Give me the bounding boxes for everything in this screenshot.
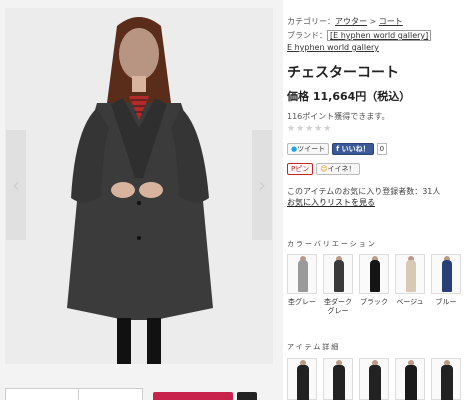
like-count: 0 (376, 143, 388, 155)
breadcrumb-separator: > (369, 17, 377, 26)
favorite-button[interactable] (237, 392, 257, 400)
rating-stars: ★★★★★ (287, 124, 333, 134)
chevron-right-icon: › (258, 173, 266, 197)
brand-row: ブランド： [E hyphen world gallery] (287, 30, 432, 41)
iine-button[interactable]: ☺イイネ！ (316, 163, 360, 175)
detail-thumb[interactable] (359, 358, 389, 400)
pin-button[interactable]: Pピン (287, 163, 314, 175)
breadcrumb-coat[interactable]: コート (379, 17, 403, 26)
color-swatch-dark-gray[interactable] (323, 254, 353, 294)
chevron-left-icon: ‹ (12, 173, 20, 197)
detail-thumbnails (287, 358, 471, 400)
favorite-count-text: このアイテムのお気に入り登録者数：31人 (287, 187, 441, 196)
facebook-like-button[interactable]: f いいね！ (332, 143, 374, 155)
color-swatch-beige[interactable] (395, 254, 425, 294)
points-text: 116ポイント獲得できます。 (287, 112, 390, 121)
brand-link[interactable]: [E hyphen world gallery] (327, 30, 432, 41)
social-row-2: Pピン ☺イイネ！ (287, 163, 363, 175)
detail-thumb[interactable] (287, 358, 317, 400)
product-info: カテゴリー：アウター > コート ブランド： [E hyphen world ga… (287, 0, 471, 400)
item-detail-title: アイテム詳細 (287, 343, 341, 351)
size-quantity-select[interactable] (5, 388, 143, 400)
model-illustration (5, 8, 273, 364)
color-swatch-black[interactable] (359, 254, 389, 294)
like-label: いいね！ (341, 145, 370, 153)
color-name-gray: 杢グレー (288, 298, 316, 306)
detail-thumb[interactable] (395, 358, 425, 400)
product-photo (5, 8, 273, 364)
brand-label: ブランド： (287, 31, 327, 40)
product-title: チェスターコート (287, 65, 399, 81)
detail-thumb[interactable] (431, 358, 461, 400)
color-name-blue: ブルー (435, 298, 457, 306)
gallery-next-arrow[interactable]: › (252, 130, 272, 240)
color-name-dark-gray: 杢ダークグレー (324, 298, 352, 315)
smile-icon: ☺ (320, 165, 328, 173)
tweet-label: ツイート (297, 145, 326, 153)
breadcrumb: カテゴリー：アウター > コート (287, 16, 403, 27)
product-price: 価格 11,664円（税込） (287, 90, 411, 103)
color-name-black: ブラック (360, 298, 388, 306)
facebook-icon: f (336, 145, 340, 153)
product-gallery: ‹ › (0, 0, 283, 400)
brand-sub-link[interactable]: E hyphen world gallery (287, 43, 379, 52)
tweet-button[interactable]: ●ツイート (287, 143, 330, 155)
pin-label: ピン (295, 165, 310, 173)
breadcrumb-outer[interactable]: アウター (335, 17, 367, 26)
color-swatch-blue[interactable] (431, 254, 461, 294)
add-to-cart-button[interactable] (153, 392, 233, 400)
iine-label: イイネ！ (327, 165, 356, 173)
gallery-prev-arrow[interactable]: ‹ (6, 130, 26, 240)
purchase-strip (5, 384, 273, 400)
color-swatch-gray[interactable] (287, 254, 317, 294)
color-name-beige: ベージュ (396, 298, 424, 306)
social-row-1: ●ツイート f いいね！ 0 (287, 143, 388, 155)
color-variation-title: カラーバリエーション (287, 240, 377, 248)
breadcrumb-label: カテゴリー： (287, 17, 335, 26)
detail-thumb[interactable] (323, 358, 353, 400)
favorite-list-link[interactable]: お気に入りリストを見る (287, 197, 375, 208)
